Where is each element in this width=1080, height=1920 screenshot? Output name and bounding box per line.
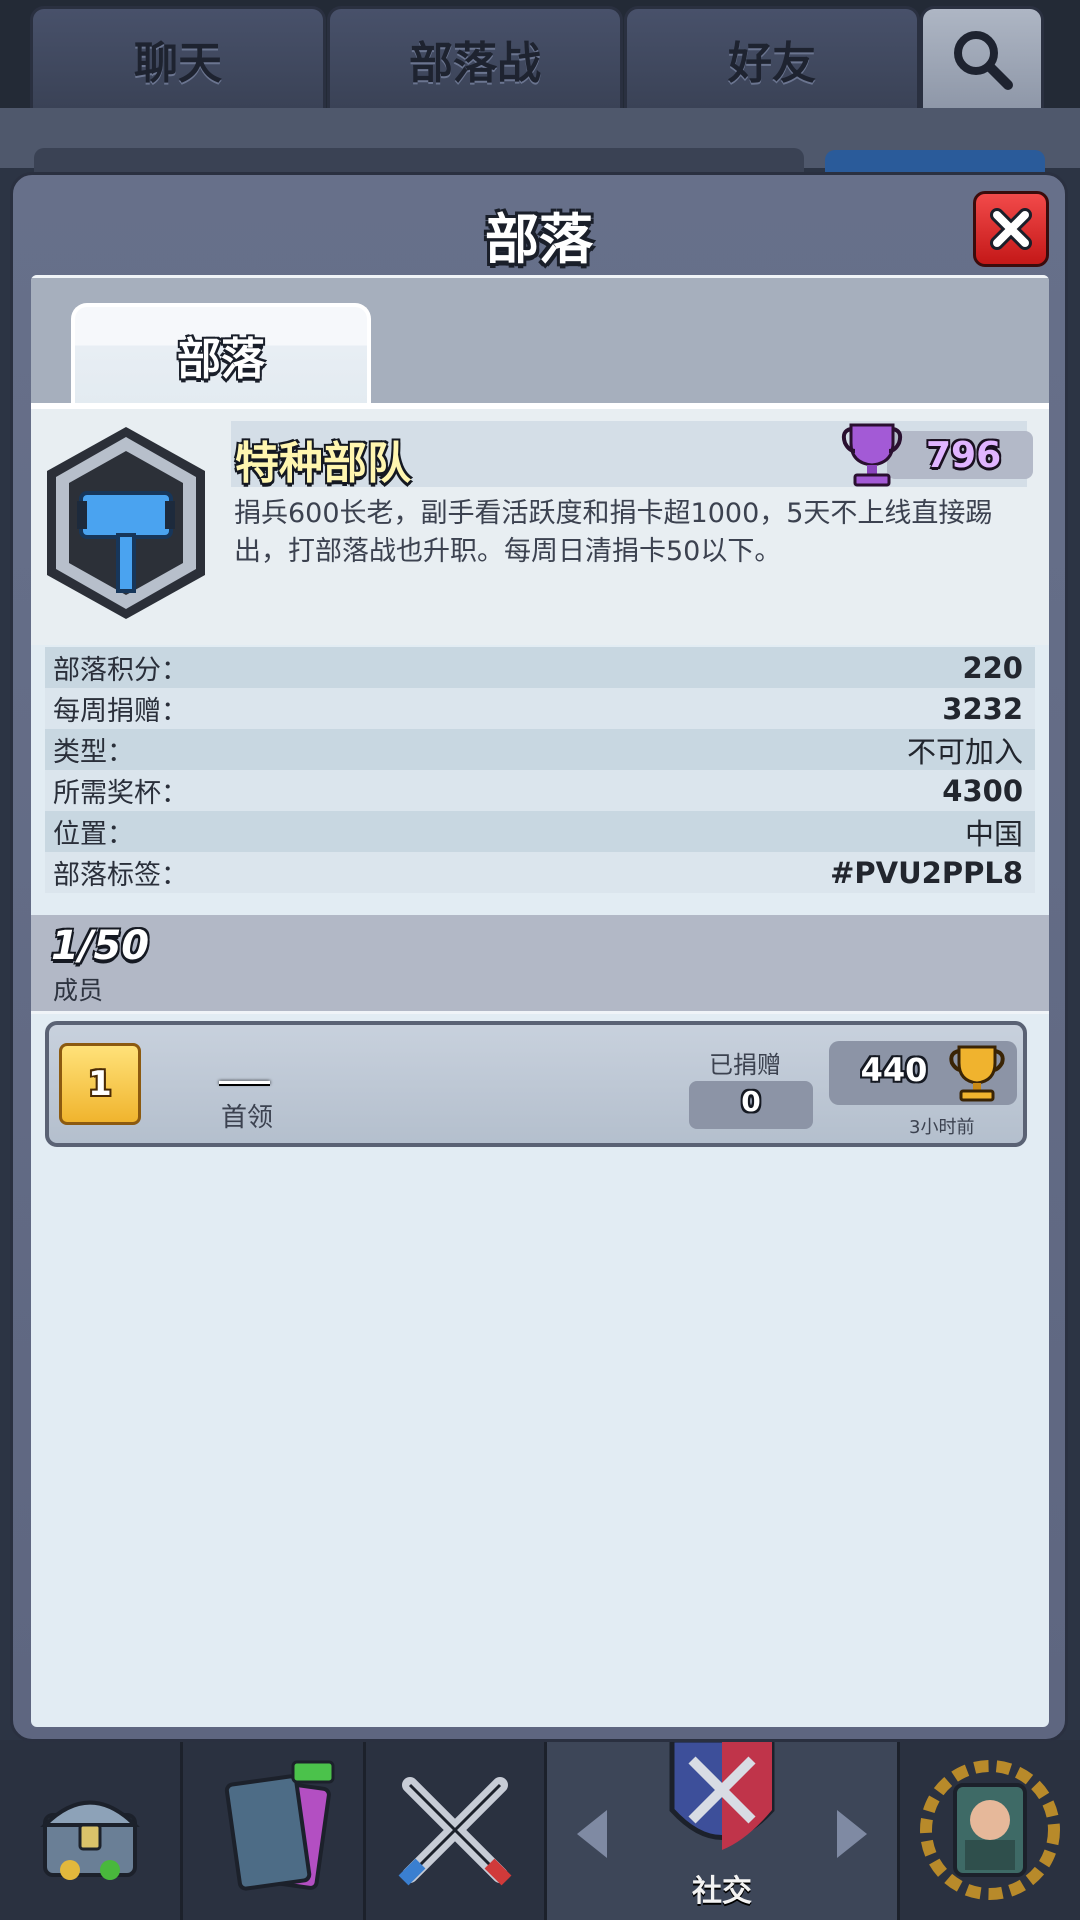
clan-stats-table: 部落积分： 220 每周捐赠： 3232 类型： 不可加入 所需奖杯： 4300…	[45, 647, 1035, 893]
members-header: 1/50 成员	[31, 915, 1049, 1014]
stat-label: 所需奖杯：	[53, 778, 188, 809]
modal-tab-bar: 部落	[31, 275, 1049, 403]
tab-search[interactable]	[920, 6, 1044, 109]
stat-row-location: 位置： 中国	[45, 811, 1035, 852]
stat-row-required-trophies: 所需奖杯： 4300	[45, 770, 1035, 811]
stat-label: 部落积分：	[53, 655, 188, 686]
chest-icon	[40, 1800, 140, 1880]
tab-clan[interactable]: 部落	[71, 303, 371, 403]
stat-label: 类型：	[53, 737, 134, 768]
stat-value: 不可加入	[906, 734, 1023, 769]
nav-events[interactable]	[900, 1740, 1080, 1920]
member-role: 首领	[221, 1103, 274, 1133]
stat-value: 中国	[964, 816, 1023, 851]
nav-social-label: 社交	[692, 1874, 752, 1909]
clan-info-modal: 部落 部落 特种部队 796 捐兵600长老，副手看活跃度和捐卡超1000，5天…	[10, 172, 1068, 1742]
gold-trophy-icon	[949, 1045, 1005, 1102]
tab-friends[interactable]: 好友	[624, 6, 920, 109]
stat-value: 3232	[942, 691, 1023, 726]
clan-shield-icon	[669, 1740, 775, 1850]
tab-friends-label: 好友	[728, 38, 816, 89]
laurel-portrait-icon	[920, 1760, 1060, 1900]
tab-clan-label: 部落	[177, 334, 265, 385]
donated-label: 已捐赠	[709, 1051, 781, 1079]
stat-row-type: 类型： 不可加入	[45, 729, 1035, 770]
close-icon	[990, 208, 1032, 250]
nav-prev-arrow-icon[interactable]	[577, 1810, 607, 1858]
cards-icon	[224, 1760, 335, 1891]
tab-clan-war-label: 部落战	[409, 38, 541, 89]
clan-name: 特种部队	[235, 438, 411, 489]
stat-value: #PVU2PPL8	[830, 855, 1023, 890]
stat-row-weekly-donations: 每周捐赠： 3232	[45, 688, 1035, 729]
stat-row-clan-score: 部落积分： 220	[45, 647, 1035, 688]
stat-label: 每周捐赠：	[53, 696, 188, 727]
stat-row-clan-tag: 部落标签： #PVU2PPL8	[45, 852, 1035, 893]
clan-trophy-count: 796	[926, 435, 1002, 476]
donated-value: 0	[741, 1085, 761, 1118]
modal-content: 部落 特种部队 796 捐兵600长老，副手看活跃度和捐卡超1000，5天不上线…	[31, 275, 1049, 1727]
tab-chat[interactable]: 聊天	[30, 6, 326, 109]
top-tab-bar: 聊天 部落战 好友	[0, 0, 1080, 110]
nav-battle[interactable]	[366, 1740, 547, 1920]
tab-chat-label: 聊天	[134, 38, 222, 89]
member-label: 成员	[53, 976, 104, 1005]
member-name: ___	[219, 1045, 270, 1085]
stat-label: 部落标签：	[53, 860, 188, 891]
rank-badge: 1	[59, 1043, 141, 1125]
clan-header: 特种部队 796 捐兵600长老，副手看活跃度和捐卡超1000，5天不上线直接踢…	[31, 403, 1049, 645]
crossed-swords-icon	[398, 1777, 512, 1886]
stat-label: 位置：	[53, 819, 134, 850]
clan-badge-icon	[47, 427, 205, 619]
member-count: 1/50	[51, 923, 150, 969]
nav-shop[interactable]	[0, 1740, 183, 1920]
search-icon	[954, 31, 1013, 90]
bottom-nav: 社交	[0, 1740, 1080, 1920]
close-button[interactable]	[973, 191, 1049, 267]
tab-clan-war[interactable]: 部落战	[327, 6, 623, 109]
stat-value: 220	[962, 650, 1023, 685]
clan-description: 捐兵600长老，副手看活跃度和捐卡超1000，5天不上线直接踢出，打部落战也升职…	[234, 498, 993, 567]
member-row[interactable]: 1 ___ 首领 已捐赠 0 440 3小时前	[45, 1021, 1027, 1147]
stat-value: 4300	[942, 773, 1023, 808]
member-trophy-count: 440	[860, 1051, 928, 1089]
last-seen: 3小时前	[909, 1117, 975, 1138]
nav-next-arrow-icon[interactable]	[837, 1810, 867, 1858]
trophy-icon	[841, 423, 903, 487]
nav-cards[interactable]	[183, 1740, 366, 1920]
nav-social[interactable]: 社交	[547, 1740, 900, 1920]
modal-title: 部落	[485, 208, 593, 271]
